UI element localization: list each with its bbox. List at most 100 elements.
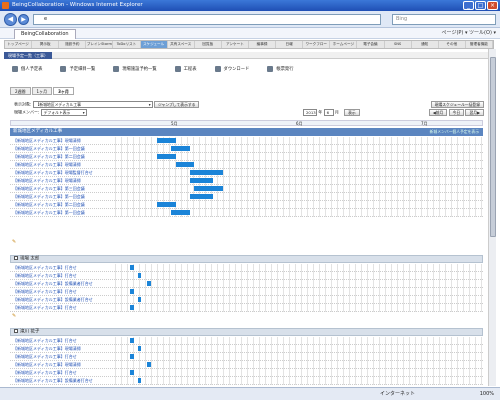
schedule-bar[interactable]: [130, 370, 134, 375]
function-link[interactable]: 工程表: [174, 66, 197, 72]
schedule-bar[interactable]: [130, 265, 134, 270]
schedule-bar[interactable]: [189, 170, 223, 175]
forward-button[interactable]: ▶: [18, 14, 29, 25]
schedule-bar[interactable]: [137, 297, 142, 302]
jump-button[interactable]: ジャンプして表示する: [153, 101, 200, 108]
user-checkbox[interactable]: [14, 329, 18, 333]
schedule-link[interactable]: 【新城地区メディカル工事】第二回会議: [13, 201, 85, 208]
maximize-button[interactable]: □: [475, 1, 486, 10]
schedule-link[interactable]: 【新城地区メディカル工事】打合せ: [13, 337, 77, 344]
month-select[interactable]: 6: [323, 109, 334, 116]
prev-month-button[interactable]: ◀前月: [428, 109, 448, 116]
schedule-link[interactable]: 【新城地区メディカル工事】第一回会議: [13, 193, 85, 200]
appnav-item[interactable]: 施設予約: [59, 41, 87, 48]
appnav-item[interactable]: トップページ: [5, 41, 33, 48]
function-label: 個人予定表: [21, 67, 43, 72]
appnav-item[interactable]: アンケート: [222, 41, 249, 48]
appnav-item[interactable]: SNS: [385, 41, 412, 48]
schedule-link[interactable]: 【新城地区メディカル工事】打合せ: [13, 272, 77, 279]
period-tab[interactable]: 2週間: [10, 87, 31, 95]
schedule-link[interactable]: 【新城地区メディカル工事】設備業者打合せ: [13, 280, 93, 287]
appnav-item[interactable]: 電子会議: [357, 41, 385, 48]
function-link[interactable]: 予定細目一覧: [60, 66, 95, 72]
appnav-item[interactable]: その他: [439, 41, 466, 48]
today-button[interactable]: 今日: [448, 109, 465, 116]
schedule-link[interactable]: 【新城地区メディカル工事】打合せ: [13, 369, 77, 376]
schedule-link[interactable]: 【新城地区メディカル工事】現場清掃: [13, 345, 81, 352]
schedule-link[interactable]: 【新城地区メディカル工事】第三回会議: [13, 185, 85, 192]
pencil-icon[interactable]: ✎: [12, 239, 16, 245]
function-link[interactable]: 現場施設予約一覧: [113, 66, 157, 72]
period-tab[interactable]: 1ヶ月: [31, 87, 53, 95]
address-input[interactable]: e: [33, 14, 381, 25]
schedule-link[interactable]: 【新城地区メディカル工事】設備業者打合せ: [13, 296, 93, 303]
schedule-link[interactable]: 【新城地区メディカル工事】現場清掃: [13, 161, 81, 168]
schedule-bar[interactable]: [189, 178, 214, 183]
search-input[interactable]: Bing: [392, 14, 496, 25]
next-month-button[interactable]: 翌月▶: [465, 109, 484, 116]
schedule-row: 【新城地区メディカル工事】第二回会議: [10, 201, 483, 209]
schedule-bar[interactable]: [189, 194, 214, 199]
function-link[interactable]: ダウンロード: [214, 66, 249, 72]
schedule-bar[interactable]: [175, 162, 195, 167]
member-select[interactable]: デフォルト表示 ▾: [40, 109, 87, 116]
schedule-link[interactable]: 【新城地区メディカル工事】設備業者打合せ: [13, 377, 93, 384]
schedule-link[interactable]: 【新城地区メディカル工事】打合せ: [13, 264, 77, 271]
schedule-bar[interactable]: [147, 362, 151, 367]
schedule-bar[interactable]: [156, 138, 176, 143]
schedule-bar[interactable]: [130, 338, 134, 343]
pencil-icon[interactable]: ✎: [12, 313, 16, 319]
schedule-link[interactable]: 【新城地区メディカル工事】第一回会議: [13, 209, 85, 216]
appnav-item[interactable]: 日報: [276, 41, 304, 48]
page-scrollbar[interactable]: [488, 49, 496, 386]
schedule-bar[interactable]: [156, 202, 176, 207]
schedule-link[interactable]: 【新城地区メディカル工事】第二回会議: [13, 153, 85, 160]
schedule-link[interactable]: 【新城地区メディカル工事】現場監督打合せ: [13, 169, 93, 176]
show-select[interactable]: 【新城地区メディカル工事 ▾: [32, 101, 153, 108]
schedule-link[interactable]: 【新城地区メディカル工事】打合せ: [13, 288, 77, 295]
schedule-link[interactable]: 【新城地区メディカル工事】打合せ: [13, 353, 77, 360]
schedule-link[interactable]: 【新城地区メディカル工事】現場清掃: [13, 361, 81, 368]
schedule-bar[interactable]: [130, 289, 134, 294]
schedule-bar[interactable]: [130, 305, 134, 310]
schedule-bar[interactable]: [170, 210, 190, 215]
schedule-bar[interactable]: [137, 346, 142, 351]
schedule-link[interactable]: 【新城地区メディカル工事】現場清掃: [13, 177, 81, 184]
appnav-item[interactable]: ブレインStorm: [86, 41, 114, 48]
appnav-item[interactable]: 議事録: [249, 41, 277, 48]
appnav-item[interactable]: ホームページ: [330, 41, 358, 48]
schedule-bar[interactable]: [137, 273, 142, 278]
scrollbar-thumb[interactable]: [490, 57, 496, 237]
schedule-bar[interactable]: [170, 146, 190, 151]
schedule-bar[interactable]: [147, 281, 151, 286]
group-member-link[interactable]: 新城メンバー個人予定を表示: [430, 128, 479, 136]
function-link[interactable]: 個人予定表: [12, 66, 42, 72]
function-link[interactable]: 帳票発行: [267, 66, 294, 72]
user-checkbox[interactable]: [14, 256, 18, 260]
apply-button[interactable]: 表示: [344, 109, 360, 116]
appnav-item[interactable]: 共有スペース: [168, 41, 195, 48]
schedule-bar[interactable]: [137, 378, 142, 383]
appnav-item[interactable]: 回覧板: [195, 41, 222, 48]
schedule-bar[interactable]: [130, 354, 134, 359]
schedule-register-button[interactable]: 現場スケジュール一括登録: [430, 101, 484, 108]
schedule-link[interactable]: 【新城地区メディカル工事】打合せ: [13, 304, 77, 311]
browser-tools[interactable]: ページ(P) ▾ ツール(O) ▾: [442, 28, 496, 39]
appnav-item[interactable]: スケジュール: [140, 41, 168, 48]
appnav-item[interactable]: 管理者機能: [466, 41, 493, 48]
schedule-link[interactable]: 【新城地区メディカル工事】現場清掃: [13, 137, 81, 144]
close-button[interactable]: ×: [487, 1, 498, 10]
schedule-bar[interactable]: [156, 154, 176, 159]
schedule-bar[interactable]: [194, 186, 223, 191]
appnav-item[interactable]: ToDoリスト: [113, 41, 141, 48]
year-select[interactable]: 2013: [303, 109, 317, 116]
zoom-level[interactable]: 100%: [480, 388, 494, 400]
appnav-item[interactable]: 通知: [412, 41, 439, 48]
appnav-item[interactable]: 掲示板: [32, 41, 60, 48]
minimize-button[interactable]: _: [463, 1, 474, 10]
appnav-item[interactable]: ワークフロー: [303, 41, 331, 48]
browser-tab[interactable]: BeingCollaboration: [14, 29, 76, 39]
period-tab[interactable]: 3ヶ月: [53, 87, 74, 95]
schedule-link[interactable]: 【新城地区メディカル工事】第一回会議: [13, 145, 85, 152]
back-button[interactable]: ◀: [4, 13, 17, 26]
